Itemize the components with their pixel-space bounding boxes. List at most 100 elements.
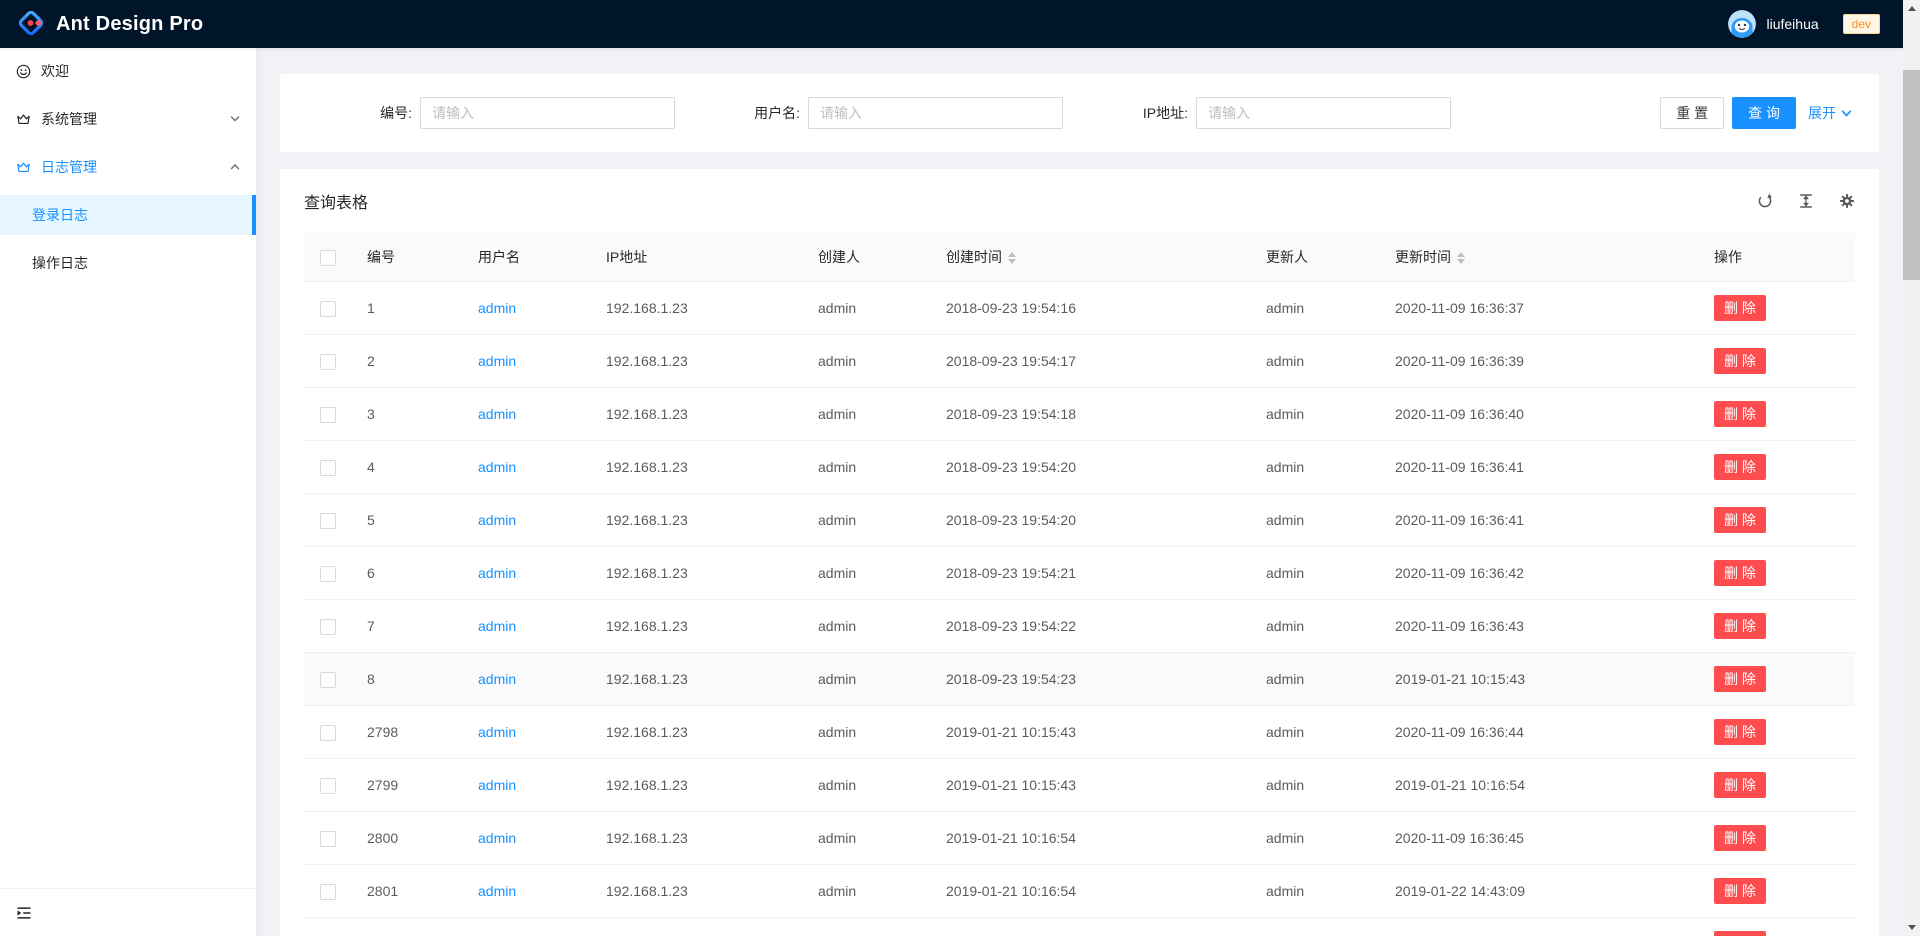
cell-action: 删 除 [1698,812,1855,865]
scrollbar-down-arrow[interactable] [1903,919,1920,936]
sidebar-item-op-log[interactable]: 操作日志 [0,243,256,283]
cell-created: 2018-09-23 19:54:23 [930,653,1250,706]
header-user-area: liufeihua dev [1728,10,1880,38]
username-link[interactable]: admin [478,565,516,581]
sidebar-item-welcome[interactable]: 欢迎 [0,51,256,91]
row-checkbox[interactable] [320,619,336,635]
cell-action: 删 除 [1698,653,1855,706]
menu-fold-icon[interactable] [16,905,32,921]
cell-id: 6 [351,547,462,600]
username-link[interactable]: admin [478,459,516,475]
id-input[interactable] [420,97,675,129]
delete-button[interactable]: 删 除 [1714,295,1766,321]
delete-button[interactable]: 删 除 [1714,454,1766,480]
row-checkbox[interactable] [320,884,336,900]
reset-button[interactable]: 重 置 [1660,97,1724,129]
expand-link[interactable]: 展开 [1808,103,1852,123]
cell-id: 5 [351,494,462,547]
username-link[interactable]: admin [478,671,516,687]
cell-id: 4 [351,441,462,494]
row-checkbox[interactable] [320,778,336,794]
row-checkbox[interactable] [320,354,336,370]
username-input[interactable] [808,97,1063,129]
sidebar-item-login-log[interactable]: 登录日志 [0,195,256,235]
select-all-checkbox[interactable] [320,250,336,266]
username-link[interactable]: admin [478,883,516,899]
row-checkbox[interactable] [320,672,336,688]
cell-action: 删 除 [1698,865,1855,918]
cell-select [304,600,351,653]
app-header: Ant Design Pro liufeihua dev [0,0,1920,48]
app-logo-icon [16,8,46,41]
username-link[interactable]: admin [478,830,516,846]
username-link[interactable]: admin [478,353,516,369]
scrollbar-up-arrow[interactable] [1903,0,1920,17]
delete-button[interactable]: 删 除 [1714,719,1766,745]
search-button[interactable]: 查 询 [1732,97,1796,129]
column-header-creator: 创建人 [802,233,930,282]
delete-button[interactable]: 删 除 [1714,825,1766,851]
username-link[interactable]: admin [478,724,516,740]
column-header-updater: 更新人 [1250,233,1379,282]
cell-ip: 192.168.1.23 [590,653,802,706]
table-row: 2799admin192.168.1.23admin2019-01-21 10:… [304,759,1855,812]
row-checkbox[interactable] [320,725,336,741]
table-row: 2801admin192.168.1.23admin2019-01-21 10:… [304,865,1855,918]
cell-id: 3 [351,388,462,441]
log-table: 编号用户名IP地址创建人创建时间更新人更新时间操作 1admin192.168.… [304,233,1855,936]
cell-ip: 192.168.1.23 [590,282,802,335]
logo-area[interactable]: Ant Design Pro [16,8,203,41]
header-username[interactable]: liufeihua [1766,16,1818,32]
delete-button[interactable]: 删 除 [1714,613,1766,639]
density-icon[interactable] [1798,193,1814,209]
column-header-updated: 更新时间 [1379,233,1698,282]
cell-select [304,918,351,936]
reload-icon[interactable] [1757,193,1773,209]
cell-created: 2018-09-23 19:54:20 [930,494,1250,547]
row-checkbox[interactable] [320,831,336,847]
settings-icon[interactable] [1839,193,1855,209]
sidebar-item-log[interactable]: 日志管理 [0,147,256,187]
delete-button[interactable]: 删 除 [1714,878,1766,904]
content-area: 编号:用户名:IP地址: 重 置 查 询 展开 查询表格 [256,48,1903,936]
row-checkbox[interactable] [320,460,336,476]
delete-button[interactable]: 删 除 [1714,507,1766,533]
sidebar-item-system[interactable]: 系统管理 [0,99,256,139]
window-scrollbar[interactable] [1903,0,1920,936]
sorter-created[interactable] [1008,252,1016,264]
ip-input[interactable] [1196,97,1451,129]
username-link[interactable]: admin [478,777,516,793]
username-link[interactable]: admin [478,300,516,316]
column-label-created: 创建时间 [946,249,1002,265]
sorter-updated[interactable] [1457,252,1465,264]
username-link[interactable]: admin [478,512,516,528]
chevron-down-icon [1841,108,1852,119]
delete-button[interactable]: 删 除 [1714,401,1766,427]
app-title: Ant Design Pro [56,13,203,36]
cell-created: 2018-09-23 19:54:17 [930,335,1250,388]
cell-username: admin [462,706,590,759]
cell-updater: admin [1250,388,1379,441]
cell-created: 2019-01-22 14:43:09 [930,918,1250,936]
row-checkbox[interactable] [320,407,336,423]
cell-action: 删 除 [1698,547,1855,600]
chevron-up-icon [230,162,240,172]
delete-button[interactable]: 删 除 [1714,666,1766,692]
delete-button[interactable]: 删 除 [1714,560,1766,586]
cell-select [304,547,351,600]
cell-creator: admin [802,865,930,918]
cell-ip: 192.168.1.23 [590,388,802,441]
username-link[interactable]: admin [478,406,516,422]
row-checkbox[interactable] [320,301,336,317]
row-checkbox[interactable] [320,566,336,582]
username-link[interactable]: admin [478,618,516,634]
delete-button[interactable]: 删 除 [1714,772,1766,798]
cell-creator: admin [802,335,930,388]
table-row: 3admin192.168.1.23admin2018-09-23 19:54:… [304,388,1855,441]
delete-button[interactable]: 删 除 [1714,348,1766,374]
scrollbar-thumb[interactable] [1903,70,1920,280]
delete-button[interactable]: 删 除 [1714,931,1766,936]
user-avatar[interactable] [1728,10,1756,38]
cell-created: 2019-01-21 10:15:43 [930,706,1250,759]
row-checkbox[interactable] [320,513,336,529]
